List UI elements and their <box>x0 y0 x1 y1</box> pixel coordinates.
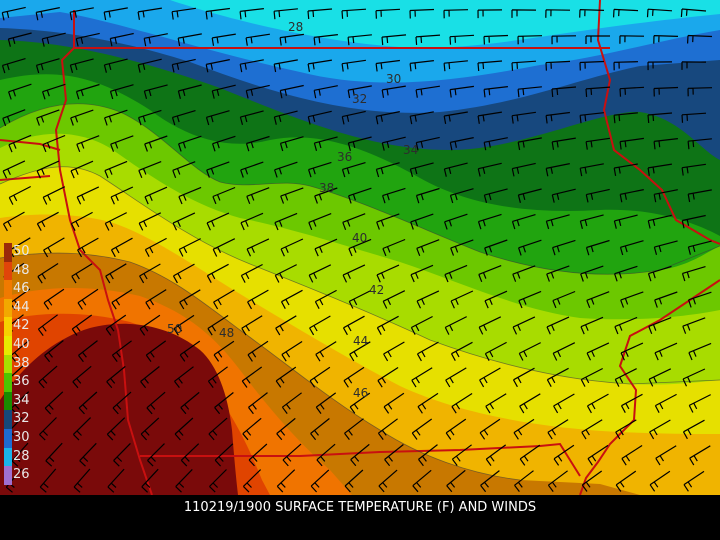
contour-label-42: 42 <box>369 283 385 297</box>
legend-swatch <box>4 354 12 374</box>
legend-label: 32 <box>13 411 30 427</box>
legend-swatch <box>4 447 12 467</box>
legend-row-36: 36 <box>4 373 38 392</box>
contour-label-32: 32 <box>352 92 368 106</box>
contour-label-38: 38 <box>319 181 335 195</box>
legend-row-40: 40 <box>4 335 38 355</box>
legend-label: 26 <box>13 467 30 483</box>
contour-label-48: 48 <box>219 326 235 340</box>
legend-swatch <box>4 317 12 336</box>
legend-row-48: 48 <box>4 261 38 281</box>
contour-label-40: 40 <box>352 231 368 245</box>
legend-row-42: 42 <box>4 317 38 336</box>
legend-label: 38 <box>13 355 30 371</box>
legend-row-34: 34 <box>4 391 38 411</box>
legend-swatch <box>4 298 12 318</box>
temperature-legend: 50 48 46 44 42 40 38 36 34 32 30 28 26 <box>4 243 38 485</box>
legend-row-50: 50 <box>4 243 38 262</box>
contour-label-30: 30 <box>386 72 402 86</box>
legend-label: 46 <box>13 281 30 297</box>
legend-label: 42 <box>13 318 30 334</box>
legend-label: 40 <box>13 336 30 352</box>
legend-row-30: 30 <box>4 428 38 448</box>
legend-row-46: 46 <box>4 280 38 299</box>
legend-row-26: 26 <box>4 466 38 485</box>
legend-swatch <box>4 243 12 262</box>
temperature-map <box>0 0 720 495</box>
legend-swatch <box>4 261 12 281</box>
contour-label-50: 50 <box>167 322 183 336</box>
legend-row-38: 38 <box>4 354 38 374</box>
contour-label-44: 44 <box>353 334 369 348</box>
legend-swatch <box>4 335 12 355</box>
legend-label: 48 <box>13 262 30 278</box>
legend-label: 34 <box>13 392 30 408</box>
legend-label: 30 <box>13 429 30 445</box>
legend-row-32: 32 <box>4 410 38 429</box>
legend-label: 36 <box>13 374 30 390</box>
legend-swatch <box>4 410 12 429</box>
legend-row-28: 28 <box>4 447 38 467</box>
contour-label-34: 34 <box>403 143 419 157</box>
contour-label-36: 36 <box>337 150 353 164</box>
contour-label-46: 46 <box>353 386 369 400</box>
contour-label-28: 28 <box>288 20 304 34</box>
legend-label: 44 <box>13 299 30 315</box>
legend-swatch <box>4 280 12 299</box>
map-caption: 110219/1900 SURFACE TEMPERATURE (F) AND … <box>183 500 537 515</box>
legend-swatch <box>4 466 12 485</box>
legend-label: 50 <box>13 244 30 259</box>
legend-swatch <box>4 428 12 448</box>
legend-row-44: 44 <box>4 298 38 318</box>
legend-swatch <box>4 391 12 411</box>
legend-swatch <box>4 373 12 392</box>
legend-label: 28 <box>13 448 30 464</box>
